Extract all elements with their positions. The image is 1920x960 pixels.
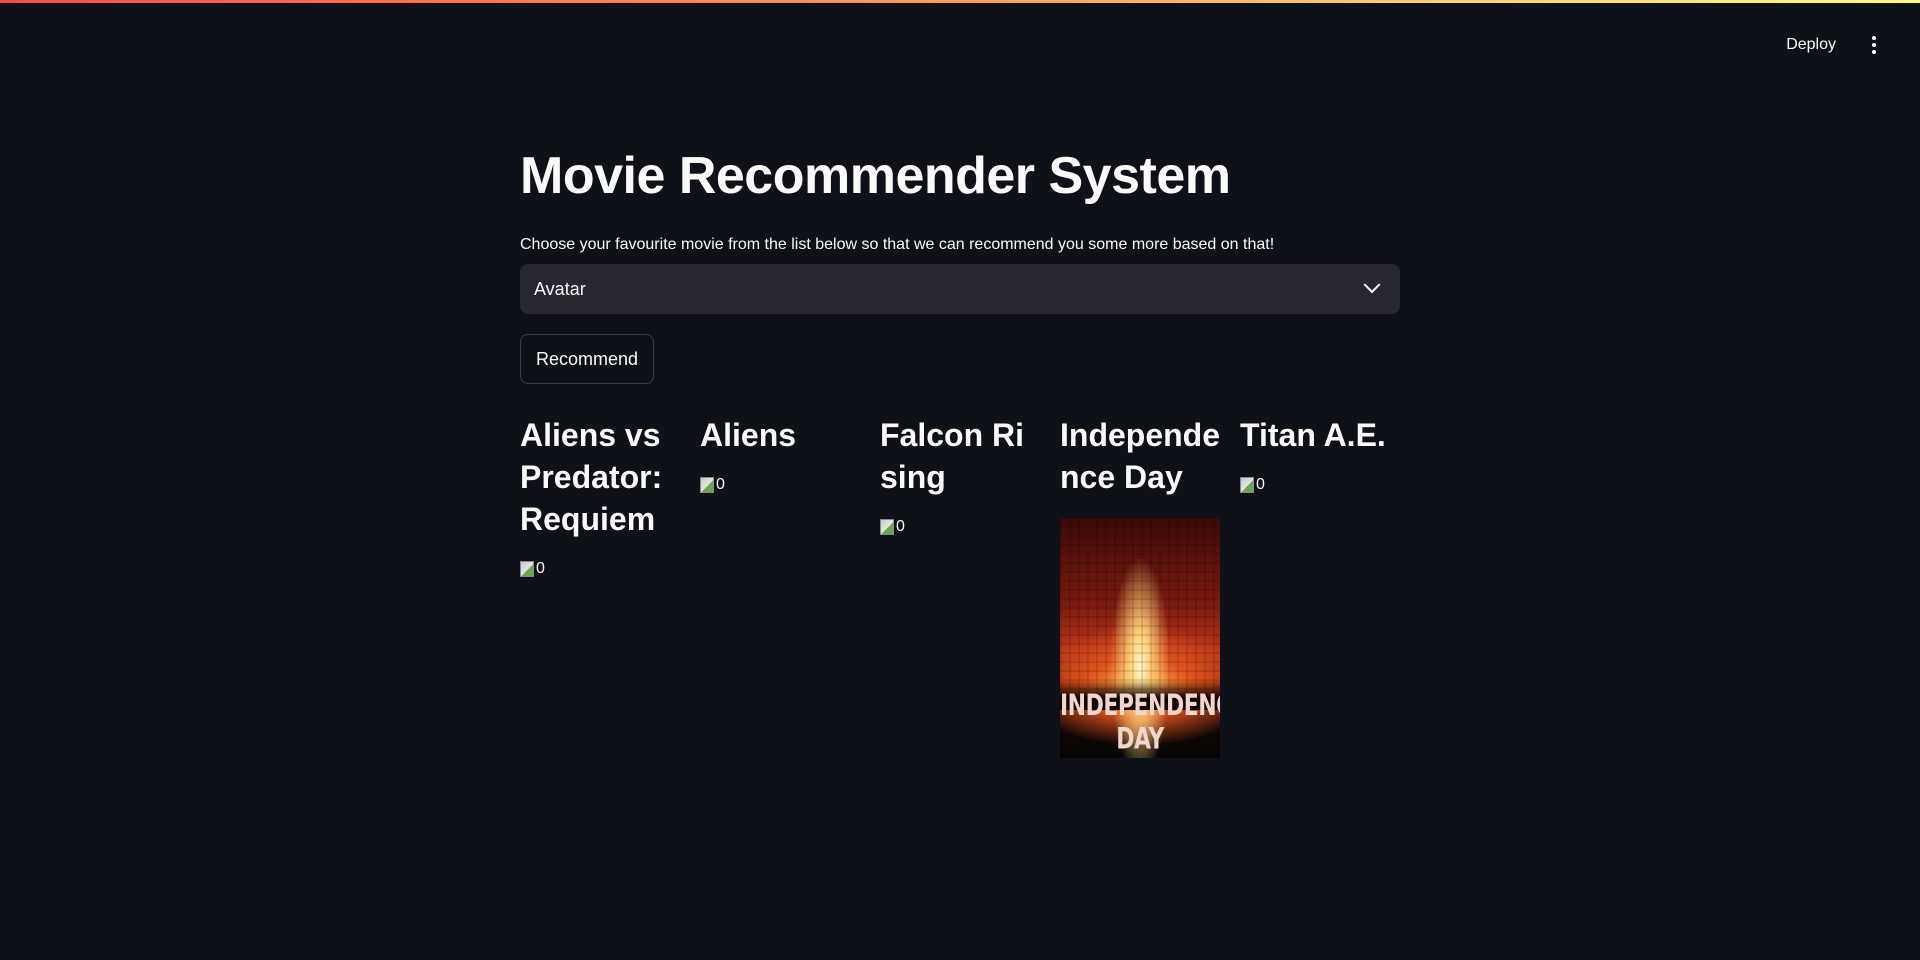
movie-title: Aliens bbox=[700, 417, 797, 453]
kebab-menu-icon[interactable] bbox=[1864, 31, 1884, 59]
kebab-dot bbox=[1872, 43, 1876, 47]
recommend-button[interactable]: Recommend bbox=[520, 334, 655, 384]
recommendation-column: Independence Day INDEPENDENCE DAY bbox=[1060, 414, 1220, 758]
movie-title: Aliens vs Predator: Requiem bbox=[520, 417, 663, 537]
broken-image-icon bbox=[1240, 477, 1254, 493]
poster-alt-text: 0 bbox=[1256, 476, 1265, 493]
broken-image-icon bbox=[700, 477, 714, 493]
page-title: Movie Recommender System bbox=[520, 147, 1231, 205]
deploy-button[interactable]: Deploy bbox=[1782, 30, 1840, 60]
poster-alt-text: 0 bbox=[536, 560, 545, 577]
poster-title-text: INDEPENDENCE DAY bbox=[1060, 689, 1220, 757]
chevron-down-icon bbox=[1363, 276, 1381, 294]
broken-poster-image: 0 bbox=[1240, 476, 1265, 494]
broken-poster-image: 0 bbox=[520, 560, 545, 578]
movie-title: Titan A.E. bbox=[1240, 417, 1386, 453]
header-actions: Deploy bbox=[1782, 30, 1884, 60]
select-value: Avatar bbox=[534, 278, 586, 299]
broken-image-icon bbox=[520, 561, 534, 577]
main-content: Movie Recommender System Choose your fav… bbox=[520, 140, 1400, 758]
broken-image-icon bbox=[880, 519, 894, 535]
recommendation-column: Aliens vs Predator: Requiem 0 bbox=[520, 414, 680, 758]
recommendation-column: Aliens 0 bbox=[700, 414, 860, 758]
broken-poster-image: 0 bbox=[880, 518, 905, 536]
poster-alt-text: 0 bbox=[896, 518, 905, 535]
movie-title: Falcon Rising bbox=[880, 417, 1025, 495]
recommendations-row: Aliens vs Predator: Requiem 0 Aliens 0 F… bbox=[520, 414, 1400, 758]
kebab-dot bbox=[1872, 50, 1876, 54]
poster-alt-text: 0 bbox=[716, 476, 725, 493]
broken-poster-image: 0 bbox=[700, 476, 725, 494]
top-decoration-bar bbox=[0, 0, 1920, 3]
movie-title: Independence Day bbox=[1060, 417, 1221, 495]
recommendation-column: Titan A.E. 0 bbox=[1240, 414, 1400, 758]
select-label: Choose your favourite movie from the lis… bbox=[520, 236, 1275, 253]
recommendation-column: Falcon Rising 0 bbox=[880, 414, 1040, 758]
movie-poster-image: INDEPENDENCE DAY bbox=[1060, 518, 1220, 758]
kebab-dot bbox=[1872, 36, 1876, 40]
movie-select[interactable]: Avatar bbox=[520, 264, 1400, 314]
